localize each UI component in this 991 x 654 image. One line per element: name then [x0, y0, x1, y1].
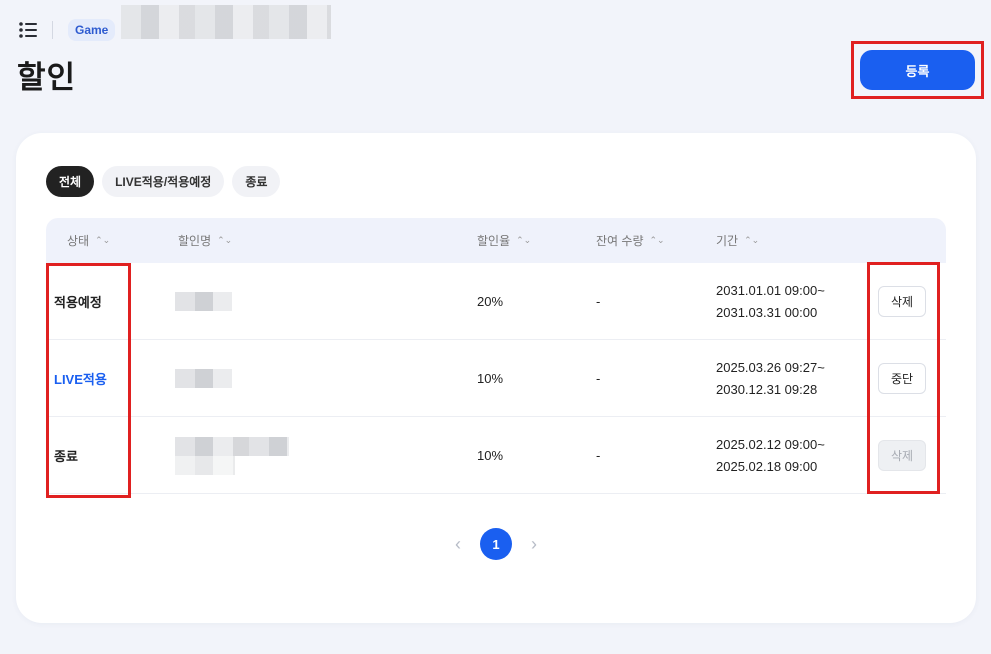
action-column-highlight [867, 262, 940, 494]
topbar-divider [52, 21, 53, 39]
column-label: 기간 [716, 234, 739, 248]
table-header: 상태 ⌃⌄ 할인명 ⌃⌄ 할인율 ⌃⌄ 잔여 수량 ⌃⌄ 기간 ⌃⌄ [46, 218, 946, 263]
column-header-period[interactable]: 기간 ⌃⌄ [716, 218, 759, 263]
table-row[interactable]: 적용예정 20% - 2031.01.01 09:00~ 2031.03.31 … [46, 263, 946, 340]
redacted-breadcrumb [121, 5, 332, 39]
remaining-cell: - [596, 294, 601, 309]
remaining-cell: - [596, 448, 601, 463]
redacted-name [175, 340, 232, 417]
list-menu-icon[interactable] [18, 22, 38, 38]
period-cell: 2031.01.01 09:00~ 2031.03.31 00:00 [716, 263, 825, 340]
filter-chip-live[interactable]: LIVE적용/적용예정 [102, 166, 225, 197]
rate-cell: 10% [477, 371, 504, 386]
pagination: ‹ 1 › [16, 528, 976, 560]
table-row[interactable]: 종료 10% - 2025.02.12 09:00~ 2025.02.18 09… [46, 417, 946, 494]
table-row[interactable]: LIVE적용 10% - 2025.03.26 09:27~ 2030.12.3… [46, 340, 946, 417]
column-header-name[interactable]: 할인명 ⌃⌄ [178, 218, 232, 263]
register-highlight: 등록 [851, 41, 984, 99]
sort-icon: ⌃⌄ [217, 235, 233, 245]
prev-page-icon[interactable]: ‹ [450, 534, 466, 555]
redacted-name [175, 417, 289, 494]
status-column-highlight [46, 263, 131, 498]
next-page-icon[interactable]: › [526, 534, 542, 555]
column-label: 할인율 [477, 234, 511, 248]
remaining-cell: - [596, 371, 601, 386]
column-header-rate[interactable]: 할인율 ⌃⌄ [477, 218, 531, 263]
sort-icon: ⌃⌄ [516, 235, 532, 245]
redacted-text [175, 436, 289, 456]
discount-card: 전체 LIVE적용/적용예정 종료 상태 ⌃⌄ 할인명 ⌃⌄ 할인율 ⌃⌄ 잔여… [16, 133, 976, 623]
column-label: 잔여 수량 [596, 234, 644, 248]
period-end: 2031.03.31 00:00 [716, 304, 818, 320]
rate-cell: 10% [477, 448, 504, 463]
game-tag: Game [68, 19, 116, 41]
period-cell: 2025.02.12 09:00~ 2025.02.18 09:00 [716, 417, 825, 494]
filter-chip-all[interactable]: 전체 [46, 166, 95, 197]
sort-icon: ⌃⌄ [649, 235, 665, 245]
page-button-current[interactable]: 1 [480, 528, 512, 560]
period-end: 2030.12.31 09:28 [716, 381, 818, 397]
sort-icon: ⌃⌄ [95, 235, 111, 245]
period-end: 2025.02.18 09:00 [716, 458, 818, 474]
period-cell: 2025.03.26 09:27~ 2030.12.31 09:28 [716, 340, 825, 417]
sort-icon: ⌃⌄ [744, 235, 760, 245]
filter-chips: 전체 LIVE적용/적용예정 종료 [46, 166, 281, 197]
column-header-status[interactable]: 상태 ⌃⌄ [67, 218, 110, 263]
redacted-text [175, 455, 235, 475]
page-title: 할인 [17, 60, 77, 95]
period-start: 2025.03.26 09:27~ [716, 359, 825, 375]
filter-chip-ended[interactable]: 종료 [232, 166, 281, 197]
register-button[interactable]: 등록 [860, 50, 975, 90]
redacted-name [175, 263, 232, 340]
redacted-text [175, 369, 232, 388]
column-label: 상태 [67, 234, 90, 248]
period-start: 2031.01.01 09:00~ [716, 282, 825, 298]
column-label: 할인명 [178, 234, 212, 248]
period-start: 2025.02.12 09:00~ [716, 436, 825, 452]
top-bar: Game [18, 5, 332, 44]
redacted-text [175, 292, 232, 311]
rate-cell: 20% [477, 294, 504, 309]
column-header-remaining[interactable]: 잔여 수량 ⌃⌄ [596, 218, 665, 263]
